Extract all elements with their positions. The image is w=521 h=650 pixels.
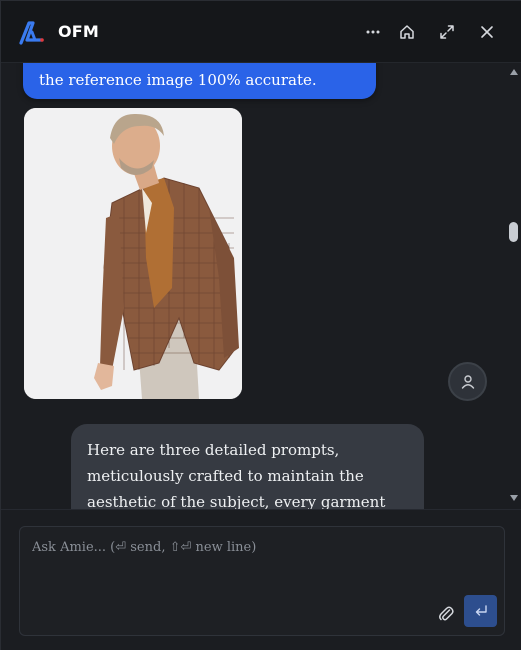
composer-box[interactable] [19,526,505,636]
scroll-down-icon[interactable] [510,495,518,501]
attached-photo[interactable] [24,108,242,399]
enter-icon [475,605,487,616]
user-message-bubble: the reference image 100% accurate. [23,63,376,99]
app-title: OFM [58,22,100,41]
assistant-message-bubble: Here are three detailed prompts, meticul… [71,424,424,509]
assistant-message-text: Here are three detailed prompts, meticul… [87,441,386,509]
scrollbar-thumb[interactable] [509,222,518,242]
user-icon [461,375,474,389]
expand-icon[interactable] [434,19,460,45]
user-message-text: the reference image 100% accurate. [39,71,317,89]
chat-scrollbar[interactable] [506,63,521,509]
more-icon[interactable] [360,19,386,45]
chat-history[interactable]: the reference image 100% accurate. Here … [1,63,506,509]
close-icon[interactable] [474,19,500,45]
user-avatar-button[interactable] [448,362,487,401]
composer-area [1,509,521,650]
send-button[interactable] [464,595,497,627]
attach-icon[interactable] [435,601,457,625]
chat-window: OFM the reference image 100% accurate. H… [0,0,521,650]
scroll-up-icon[interactable] [510,69,518,75]
message-input[interactable] [32,537,492,557]
logo-icon [18,20,46,46]
home-icon[interactable] [394,19,420,45]
header-bar: OFM [1,1,521,63]
